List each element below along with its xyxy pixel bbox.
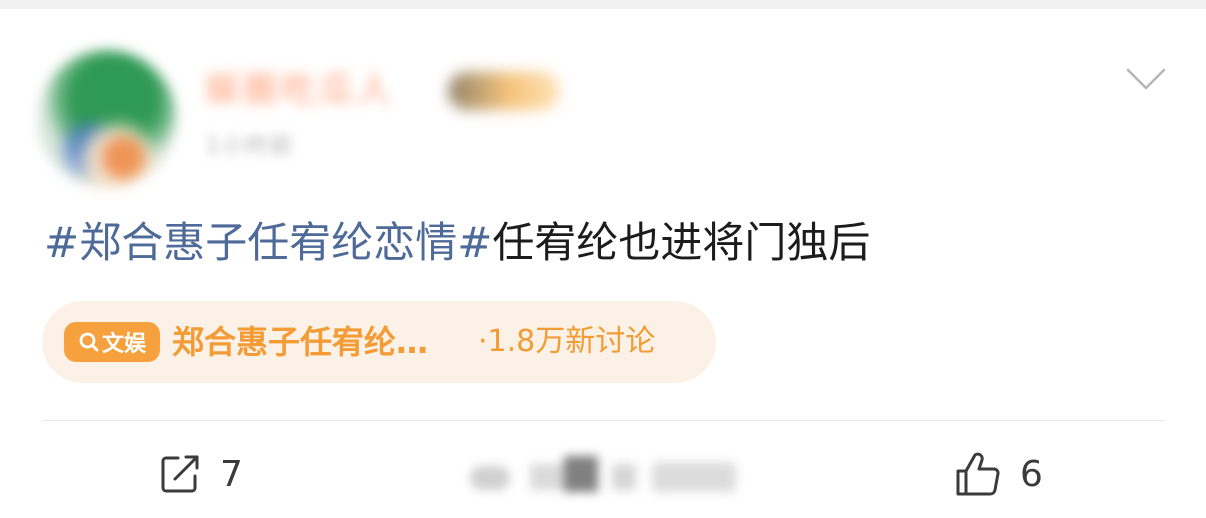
feed-separator (0, 0, 1206, 9)
username[interactable]: 娱圈吃瓜人 (205, 68, 395, 112)
topic-card[interactable]: 文娱 郑合惠子任宥纶… ·1.8万新讨论 (42, 301, 716, 383)
post-body: #郑合惠子任宥纶恋情#任宥纶也进将门独后 (44, 211, 870, 275)
topic-discussion-count: ·1.8万新讨论 (478, 324, 656, 359)
divider (42, 420, 1164, 421)
like-count: 6 (1020, 453, 1043, 495)
topic-tag: 文娱 (64, 322, 160, 362)
comment-button[interactable] (466, 452, 742, 496)
post-text: 任宥纶也进将门独后 (492, 218, 871, 267)
like-icon (956, 452, 1000, 496)
topic-tag-label: 文娱 (101, 332, 146, 357)
hashtag-link[interactable]: #郑合惠子任宥纶恋情# (44, 218, 492, 267)
post-meta: 1小时前 (206, 134, 294, 159)
share-button[interactable]: 7 (158, 449, 243, 499)
user-badge (448, 72, 560, 110)
search-icon (79, 332, 99, 352)
like-button[interactable]: 6 (954, 449, 1043, 499)
share-icon (161, 455, 199, 493)
chevron-down-icon (1126, 68, 1166, 90)
avatar[interactable] (38, 50, 176, 188)
topic-title: 郑合惠子任宥纶… (172, 323, 429, 361)
more-options-button[interactable] (1124, 62, 1168, 94)
share-count: 7 (220, 453, 243, 495)
